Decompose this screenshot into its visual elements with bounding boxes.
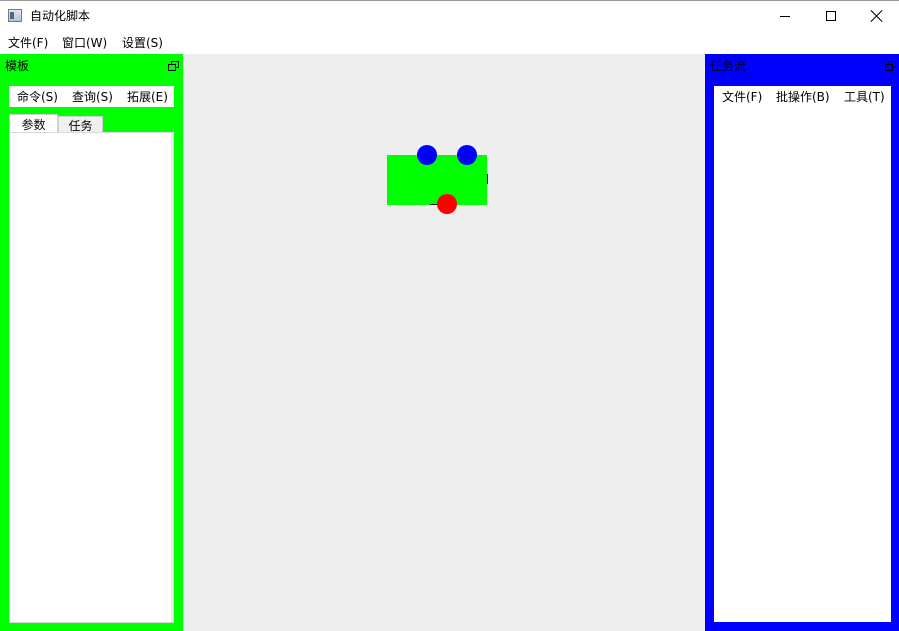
taskflow-menu-bar: 文件(F) 批操作(B) 工具(T) [714,86,891,107]
taskflow-dock-title[interactable]: 任务流 [710,59,746,73]
menu-window[interactable]: 窗口(W) [62,36,107,50]
close-icon [871,10,883,22]
workflow-canvas[interactable] [183,54,705,631]
menu-query[interactable]: 查询(S) [72,90,113,104]
menu-settings[interactable]: 设置(S) [122,36,163,50]
menu-tools[interactable]: 工具(T) [844,90,885,104]
template-dock-title[interactable]: 模板 [5,59,29,73]
menu-file[interactable]: 文件(F) [8,36,48,50]
params-tab-content[interactable] [9,132,174,623]
taskflow-content[interactable] [714,107,891,622]
title-bar[interactable]: 自动化脚本 [0,1,899,31]
output-port[interactable] [437,194,457,214]
input-port[interactable] [457,145,477,165]
input-port[interactable] [417,145,437,165]
close-button[interactable] [854,1,899,31]
menu-batch[interactable]: 批操作(B) [776,90,830,104]
tab-tasks[interactable]: 任务 [58,116,103,133]
node-edge-mark [487,174,488,184]
maximize-button[interactable] [808,1,854,31]
template-menu-bar: 命令(S) 查询(S) 拓展(E) [9,86,174,107]
app-window: 自动化脚本 文件(F) 窗口(W) 设置(S) 模板 命令(S) 查询(S) 拓… [0,0,899,631]
menu-taskflow-file[interactable]: 文件(F) [722,90,762,104]
taskflow-dock-panel: 任务流 文件(F) 批操作(B) 工具(T) [705,54,899,631]
main-menu-bar: 文件(F) 窗口(W) 设置(S) [0,32,899,54]
tab-params[interactable]: 参数 [9,114,58,133]
dock-float-icon[interactable] [885,61,896,71]
minimize-icon [780,15,790,17]
minimize-button[interactable] [762,1,808,31]
menu-command[interactable]: 命令(S) [17,90,58,104]
dock-float-icon[interactable] [168,61,179,71]
template-dock-panel: 模板 命令(S) 查询(S) 拓展(E) 参数 任务 [0,54,183,631]
menu-extend[interactable]: 拓展(E) [127,90,168,104]
maximize-icon [826,11,836,21]
window-title: 自动化脚本 [30,9,91,23]
app-window-icon [8,9,22,22]
